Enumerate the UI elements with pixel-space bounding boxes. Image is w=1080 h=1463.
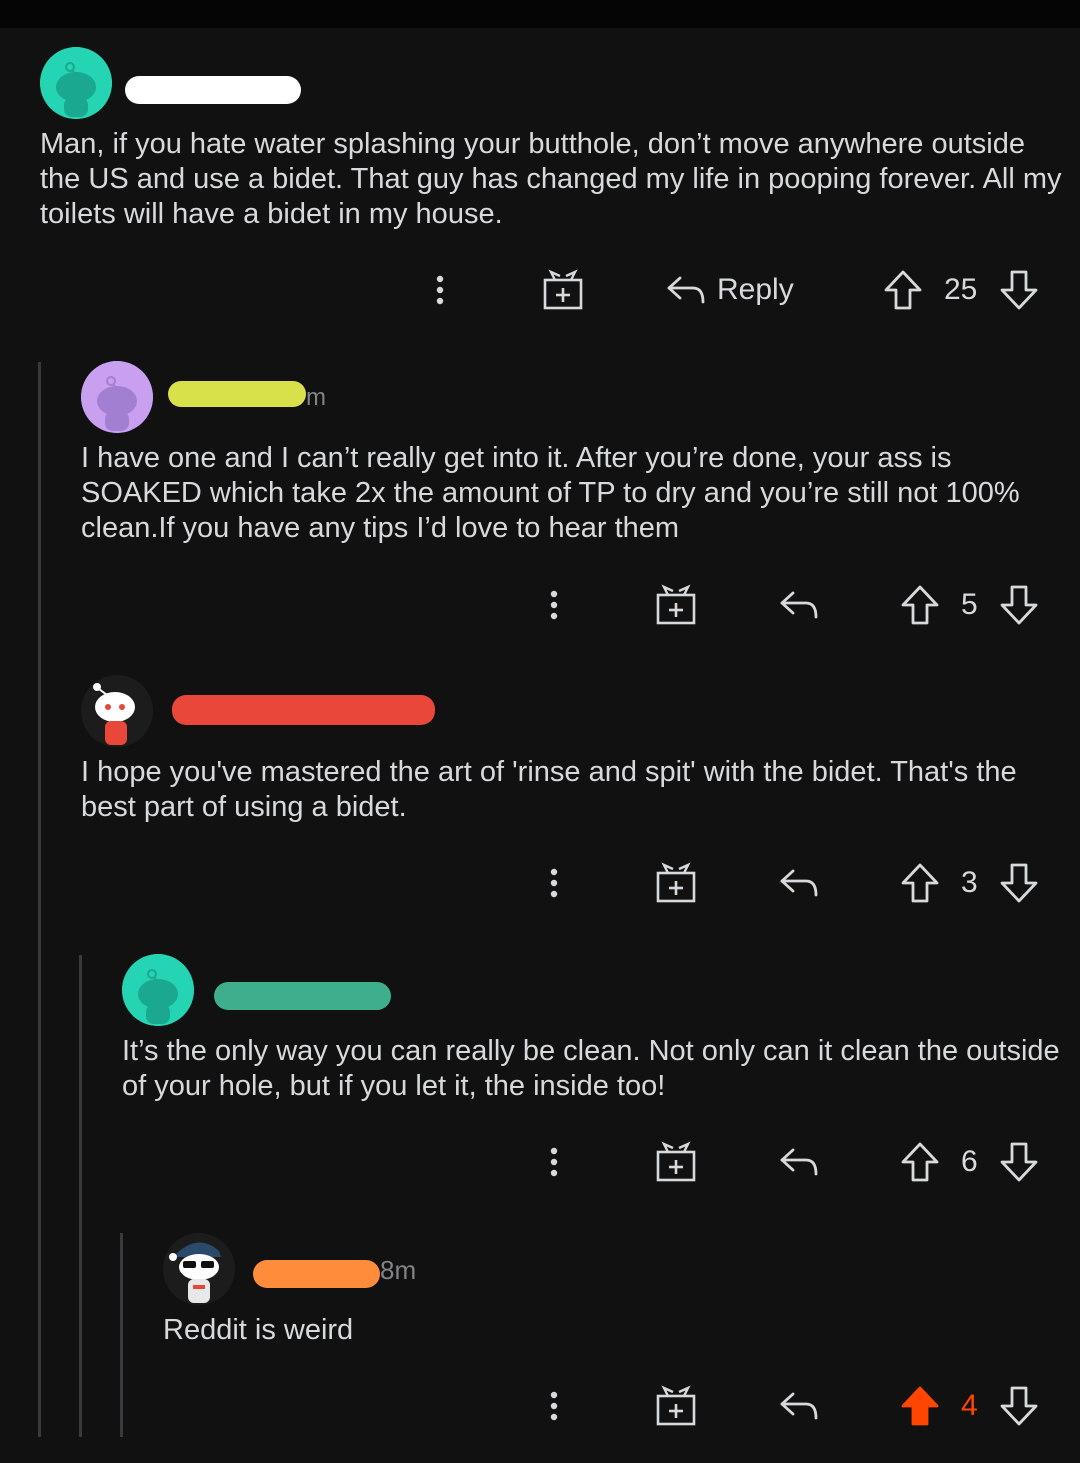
give-award-button[interactable] bbox=[654, 858, 698, 908]
more-options-button[interactable] bbox=[534, 858, 574, 908]
comment-body: Reddit is weird bbox=[163, 1314, 354, 1346]
username-redaction bbox=[125, 76, 301, 104]
downvote-arrow-icon bbox=[1000, 270, 1038, 310]
downvote-button[interactable] bbox=[998, 1381, 1040, 1431]
upvote-button[interactable] bbox=[899, 580, 941, 630]
upvote-button-active[interactable] bbox=[899, 1381, 941, 1431]
comment-body: It’s the only way you can really be clea… bbox=[122, 1035, 1060, 1102]
upvote-button[interactable] bbox=[899, 1137, 941, 1187]
username-redaction bbox=[168, 381, 306, 407]
downvote-arrow-icon bbox=[1000, 1386, 1038, 1426]
upvote-arrow-icon bbox=[901, 863, 939, 903]
more-options-icon bbox=[436, 275, 444, 305]
gift-award-icon bbox=[656, 862, 696, 903]
thread-line[interactable] bbox=[79, 955, 82, 1437]
downvote-arrow-icon bbox=[1000, 1142, 1038, 1182]
reply-arrow-icon bbox=[667, 276, 705, 304]
snoo-avatar-icon bbox=[81, 361, 153, 433]
reply-label: Reply bbox=[717, 273, 794, 306]
upvote-arrow-icon bbox=[884, 270, 922, 310]
more-options-button[interactable] bbox=[534, 580, 574, 630]
vote-score: 5 bbox=[961, 588, 978, 621]
more-options-icon bbox=[550, 1147, 558, 1177]
downvote-button[interactable] bbox=[998, 1137, 1040, 1187]
reply-arrow-icon bbox=[780, 1392, 818, 1420]
vote-score: 4 bbox=[961, 1389, 978, 1422]
avatar[interactable] bbox=[81, 675, 153, 747]
reply-button[interactable] bbox=[778, 580, 820, 630]
gift-award-icon bbox=[656, 1141, 696, 1182]
avatar[interactable] bbox=[40, 47, 112, 119]
snoo-avatar-icon bbox=[40, 47, 112, 119]
gift-award-icon bbox=[656, 584, 696, 625]
downvote-arrow-icon bbox=[1000, 863, 1038, 903]
upvote-button[interactable] bbox=[882, 265, 924, 315]
vote-score: 3 bbox=[961, 866, 978, 899]
more-options-icon bbox=[550, 590, 558, 620]
more-options-icon bbox=[550, 868, 558, 898]
comment-age: m bbox=[306, 384, 326, 411]
gift-award-icon bbox=[656, 1385, 696, 1426]
downvote-button[interactable] bbox=[998, 858, 1040, 908]
comment-actions: 5 bbox=[0, 580, 1080, 630]
gift-award-icon bbox=[543, 269, 583, 310]
comment-actions: 6 bbox=[0, 1137, 1080, 1187]
comment-age: 8m bbox=[380, 1255, 417, 1285]
more-options-button[interactable] bbox=[534, 1381, 574, 1431]
avatar[interactable] bbox=[163, 1233, 235, 1305]
comment-body: I hope you've mastered the art of 'rinse… bbox=[81, 756, 1017, 823]
comment-body: I have one and I can’t really get into i… bbox=[81, 442, 1020, 544]
vote-score: 25 bbox=[944, 273, 978, 306]
upvote-button[interactable] bbox=[899, 858, 941, 908]
reply-button[interactable] bbox=[778, 858, 820, 908]
downvote-arrow-icon bbox=[1000, 585, 1038, 625]
reply-arrow-icon bbox=[780, 1148, 818, 1176]
snoo-avatar-icon bbox=[122, 954, 194, 1026]
give-award-button[interactable] bbox=[541, 265, 585, 315]
vote-score: 6 bbox=[961, 1145, 978, 1178]
username-redaction bbox=[214, 982, 391, 1010]
status-bar bbox=[0, 0, 1080, 28]
comment-actions: 3 bbox=[0, 858, 1080, 908]
downvote-button[interactable] bbox=[998, 265, 1040, 315]
snoo-avatar-icon bbox=[81, 675, 153, 747]
comment-actions: 4 bbox=[0, 1381, 1080, 1431]
reply-arrow-icon bbox=[780, 869, 818, 897]
snoo-avatar-icon bbox=[163, 1233, 235, 1305]
give-award-button[interactable] bbox=[654, 1381, 698, 1431]
more-options-icon bbox=[550, 1391, 558, 1421]
give-award-button[interactable] bbox=[654, 1137, 698, 1187]
username-redaction bbox=[253, 1260, 380, 1288]
reply-arrow-icon bbox=[780, 591, 818, 619]
more-options-button[interactable] bbox=[534, 1137, 574, 1187]
give-award-button[interactable] bbox=[654, 580, 698, 630]
upvote-arrow-icon bbox=[901, 1386, 939, 1426]
downvote-button[interactable] bbox=[998, 580, 1040, 630]
reply-button[interactable] bbox=[778, 1137, 820, 1187]
upvote-arrow-icon bbox=[901, 585, 939, 625]
avatar[interactable] bbox=[81, 361, 153, 433]
upvote-arrow-icon bbox=[901, 1142, 939, 1182]
reply-button[interactable]: Reply bbox=[665, 265, 794, 315]
comment-body: Man, if you hate water splashing your bu… bbox=[40, 128, 1062, 230]
reply-button[interactable] bbox=[778, 1381, 820, 1431]
avatar[interactable] bbox=[122, 954, 194, 1026]
username-redaction bbox=[172, 695, 435, 725]
comment-actions: Reply 25 bbox=[0, 265, 1080, 315]
more-options-button[interactable] bbox=[420, 265, 460, 315]
